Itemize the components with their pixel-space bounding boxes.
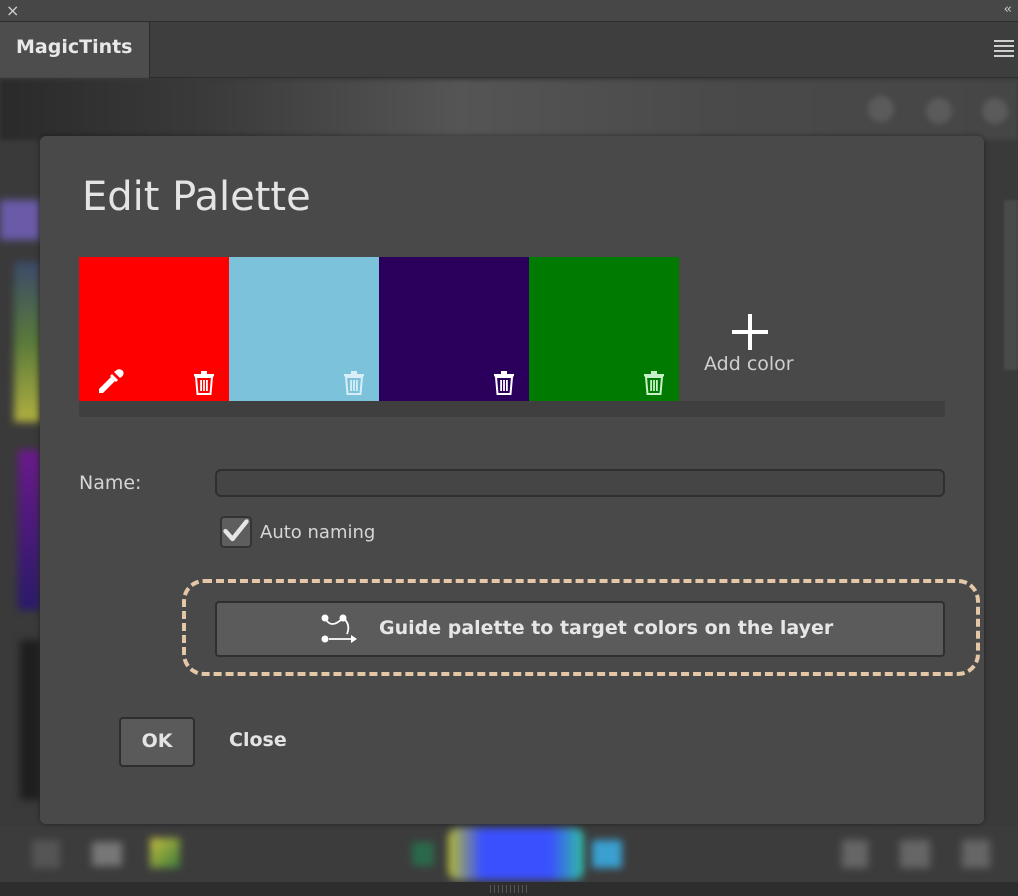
tab-magictints[interactable]: MagicTints bbox=[0, 22, 150, 78]
collapse-panel-icon[interactable]: ‹‹ bbox=[1004, 2, 1013, 17]
blurred-thumbnail bbox=[18, 450, 40, 610]
plus-icon bbox=[730, 312, 770, 352]
blurred-thumbnail bbox=[14, 262, 40, 422]
auto-naming-label: Auto naming bbox=[260, 522, 376, 543]
color-swatch[interactable] bbox=[379, 257, 529, 401]
blurred-scrollbar bbox=[1004, 200, 1018, 370]
blurred-bottom-toolbar bbox=[0, 826, 1018, 882]
panel-menu-icon[interactable] bbox=[994, 40, 1014, 57]
blurred-thumbnail bbox=[20, 640, 40, 800]
trash-icon[interactable] bbox=[193, 371, 215, 395]
ok-button[interactable]: OK bbox=[119, 717, 195, 767]
blurred-icon bbox=[926, 98, 952, 124]
swatch-scroll-track bbox=[79, 401, 945, 417]
blurred-icon bbox=[868, 96, 894, 122]
close-button[interactable]: Close bbox=[229, 729, 287, 751]
guide-palette-label: Guide palette to target colors on the la… bbox=[379, 617, 834, 639]
dialog-title: Edit Palette bbox=[82, 174, 311, 220]
panel-tab-row: MagicTints bbox=[0, 22, 1018, 78]
palette-swatches bbox=[79, 257, 679, 401]
checkmark-icon bbox=[223, 519, 249, 542]
color-swatch[interactable] bbox=[79, 257, 229, 401]
name-field[interactable] bbox=[215, 469, 945, 497]
panel-top-bar: × ‹‹ bbox=[0, 0, 1018, 22]
guide-palette-button[interactable]: Guide palette to target colors on the la… bbox=[215, 601, 945, 657]
close-panel-icon[interactable]: × bbox=[6, 1, 19, 20]
add-color-button[interactable]: Add color bbox=[702, 312, 802, 376]
color-swatch[interactable] bbox=[229, 257, 379, 401]
trash-icon[interactable] bbox=[343, 371, 365, 395]
add-color-label: Add color bbox=[704, 353, 794, 375]
edit-palette-dialog: Edit Palette Add color Name: Auto naming… bbox=[40, 136, 984, 824]
trash-icon[interactable] bbox=[493, 371, 515, 395]
name-label: Name: bbox=[79, 472, 142, 494]
trash-icon[interactable] bbox=[643, 371, 665, 395]
panel-resize-edge[interactable] bbox=[0, 882, 1018, 896]
auto-naming-checkbox[interactable] bbox=[220, 516, 252, 548]
color-swatch[interactable] bbox=[529, 257, 679, 401]
eyedropper-icon[interactable] bbox=[95, 367, 125, 397]
blurred-toolbar bbox=[0, 80, 1018, 140]
guide-path-icon bbox=[321, 614, 357, 643]
blurred-icon bbox=[982, 98, 1008, 124]
blurred-thumbnail bbox=[0, 200, 40, 240]
